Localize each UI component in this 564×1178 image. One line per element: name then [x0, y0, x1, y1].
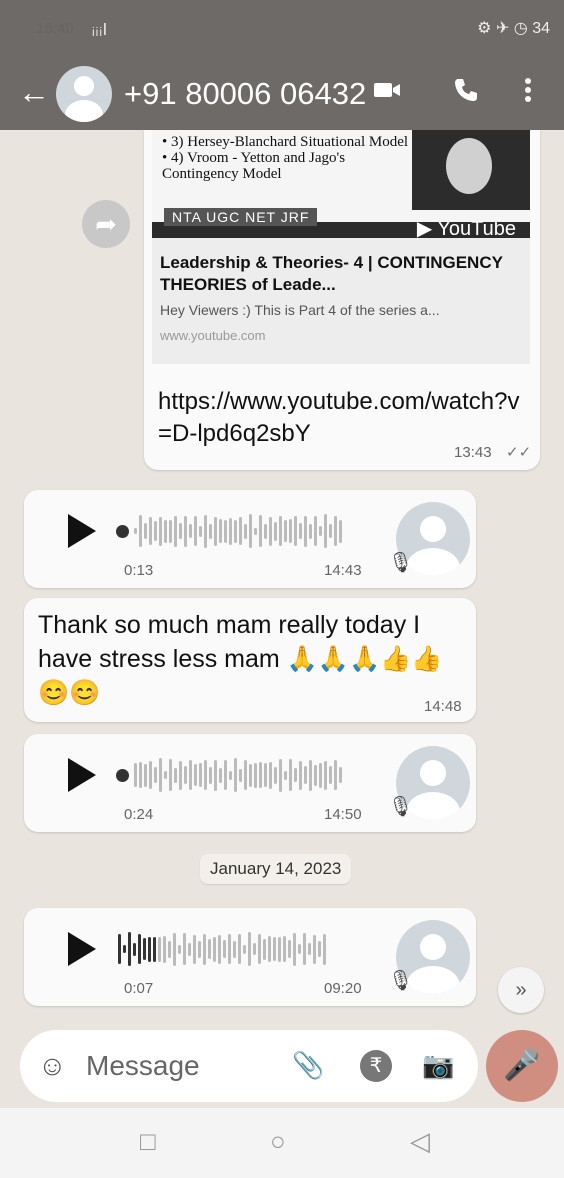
voice-message[interactable]: 0:24 14:50 🎙: [24, 734, 476, 832]
youtube-logo: ▶ YouTube: [416, 218, 516, 238]
voice-duration: 0:24: [124, 806, 154, 823]
thumb-line: • 4) Vroom - Yetton and Jago's Contingen…: [162, 150, 346, 182]
play-icon[interactable]: [68, 514, 96, 548]
attach-icon[interactable]: 📎: [292, 1050, 324, 1081]
thumbnail-photo: [412, 130, 530, 210]
voice-duration: 0:13: [124, 562, 154, 579]
playback-dot[interactable]: [116, 769, 129, 782]
system-nav-bar: □ ○ ◁: [0, 1108, 564, 1178]
mic-icon: 🎙: [388, 552, 414, 574]
voice-message[interactable]: 0:07 09:20 🎙: [24, 908, 476, 1006]
voice-record-button[interactable]: 🎤: [486, 1030, 558, 1102]
camera-icon[interactable]: 📷: [422, 1050, 454, 1081]
message-input[interactable]: Message: [86, 1050, 200, 1082]
message-time: 14:43: [324, 562, 362, 579]
more-options-icon[interactable]: [524, 76, 532, 111]
clock: 16:40: [36, 20, 74, 37]
contact-name[interactable]: +91 80006 06432: [124, 76, 366, 112]
play-icon[interactable]: [68, 758, 96, 792]
mic-icon: 🎙: [388, 970, 414, 992]
message-composer[interactable]: ☺ Message 📎 ₹ 📷: [20, 1030, 478, 1102]
waveform[interactable]: [134, 758, 342, 792]
link-url[interactable]: https://www.youtube.com/watch?v=D-lpd6q2…: [158, 386, 528, 450]
thumb-line: • 3) Hersey-Blanchard Situational Model: [162, 134, 409, 150]
rupee-payment-icon[interactable]: ₹: [360, 1050, 392, 1082]
text-message[interactable]: Thank so much mam really today I have st…: [24, 598, 476, 722]
playback-dot[interactable]: [116, 525, 129, 538]
play-icon[interactable]: [68, 932, 96, 966]
date-separator: January 14, 2023: [200, 854, 352, 884]
message-time: 09:20: [324, 980, 362, 997]
chat-area[interactable]: ➦ • 3) Hersey-Blanchard Situational Mode…: [0, 130, 564, 1020]
message-time: 14:48: [424, 698, 462, 715]
message-time: 14:50: [324, 806, 362, 823]
video-call-icon[interactable]: [372, 76, 402, 111]
message-text: Thank so much mam really today I have st…: [38, 611, 443, 707]
voice-duration: 0:07: [124, 980, 154, 997]
home-icon[interactable]: ○: [270, 1126, 286, 1157]
video-thumbnail[interactable]: • 3) Hersey-Blanchard Situational Model …: [152, 130, 530, 238]
thumbnail-tag: NTA UGC NET JRF: [164, 208, 318, 226]
recents-icon[interactable]: □: [140, 1126, 156, 1157]
read-ticks-icon: ✓✓: [506, 444, 532, 461]
link-preview[interactable]: Leadership & Theories- 4 | CONTINGENCY T…: [152, 238, 530, 364]
mic-icon: 🎙: [388, 796, 414, 818]
message-time: 13:43: [454, 444, 492, 461]
scroll-down-icon[interactable]: »: [498, 967, 544, 1013]
preview-domain: www.youtube.com: [160, 328, 266, 343]
contact-avatar[interactable]: [56, 66, 112, 122]
waveform[interactable]: [118, 932, 326, 966]
signal-icon: ᵢᵢᵢl: [92, 20, 108, 39]
emoji-icon[interactable]: ☺: [38, 1050, 67, 1082]
system-icons: ⚙ ✈ ◷ 34: [477, 20, 550, 37]
forward-icon[interactable]: ➦: [82, 200, 130, 248]
back-arrow-icon[interactable]: ←: [18, 74, 50, 111]
status-bar: 16:40 ᵢᵢᵢl ⚙ ✈ ◷ 34: [0, 0, 564, 58]
phone-icon[interactable]: [452, 76, 480, 111]
chat-header: ← +91 80006 06432: [0, 58, 564, 130]
waveform[interactable]: [134, 514, 342, 548]
preview-description: Hey Viewers :) This is Part 4 of the ser…: [160, 302, 440, 318]
back-nav-icon[interactable]: ◁: [410, 1126, 430, 1157]
voice-message[interactable]: 0:13 14:43 🎙: [24, 490, 476, 588]
preview-title: Leadership & Theories- 4 | CONTINGENCY T…: [160, 253, 503, 294]
link-message-bubble[interactable]: • 3) Hersey-Blanchard Situational Model …: [144, 130, 540, 470]
